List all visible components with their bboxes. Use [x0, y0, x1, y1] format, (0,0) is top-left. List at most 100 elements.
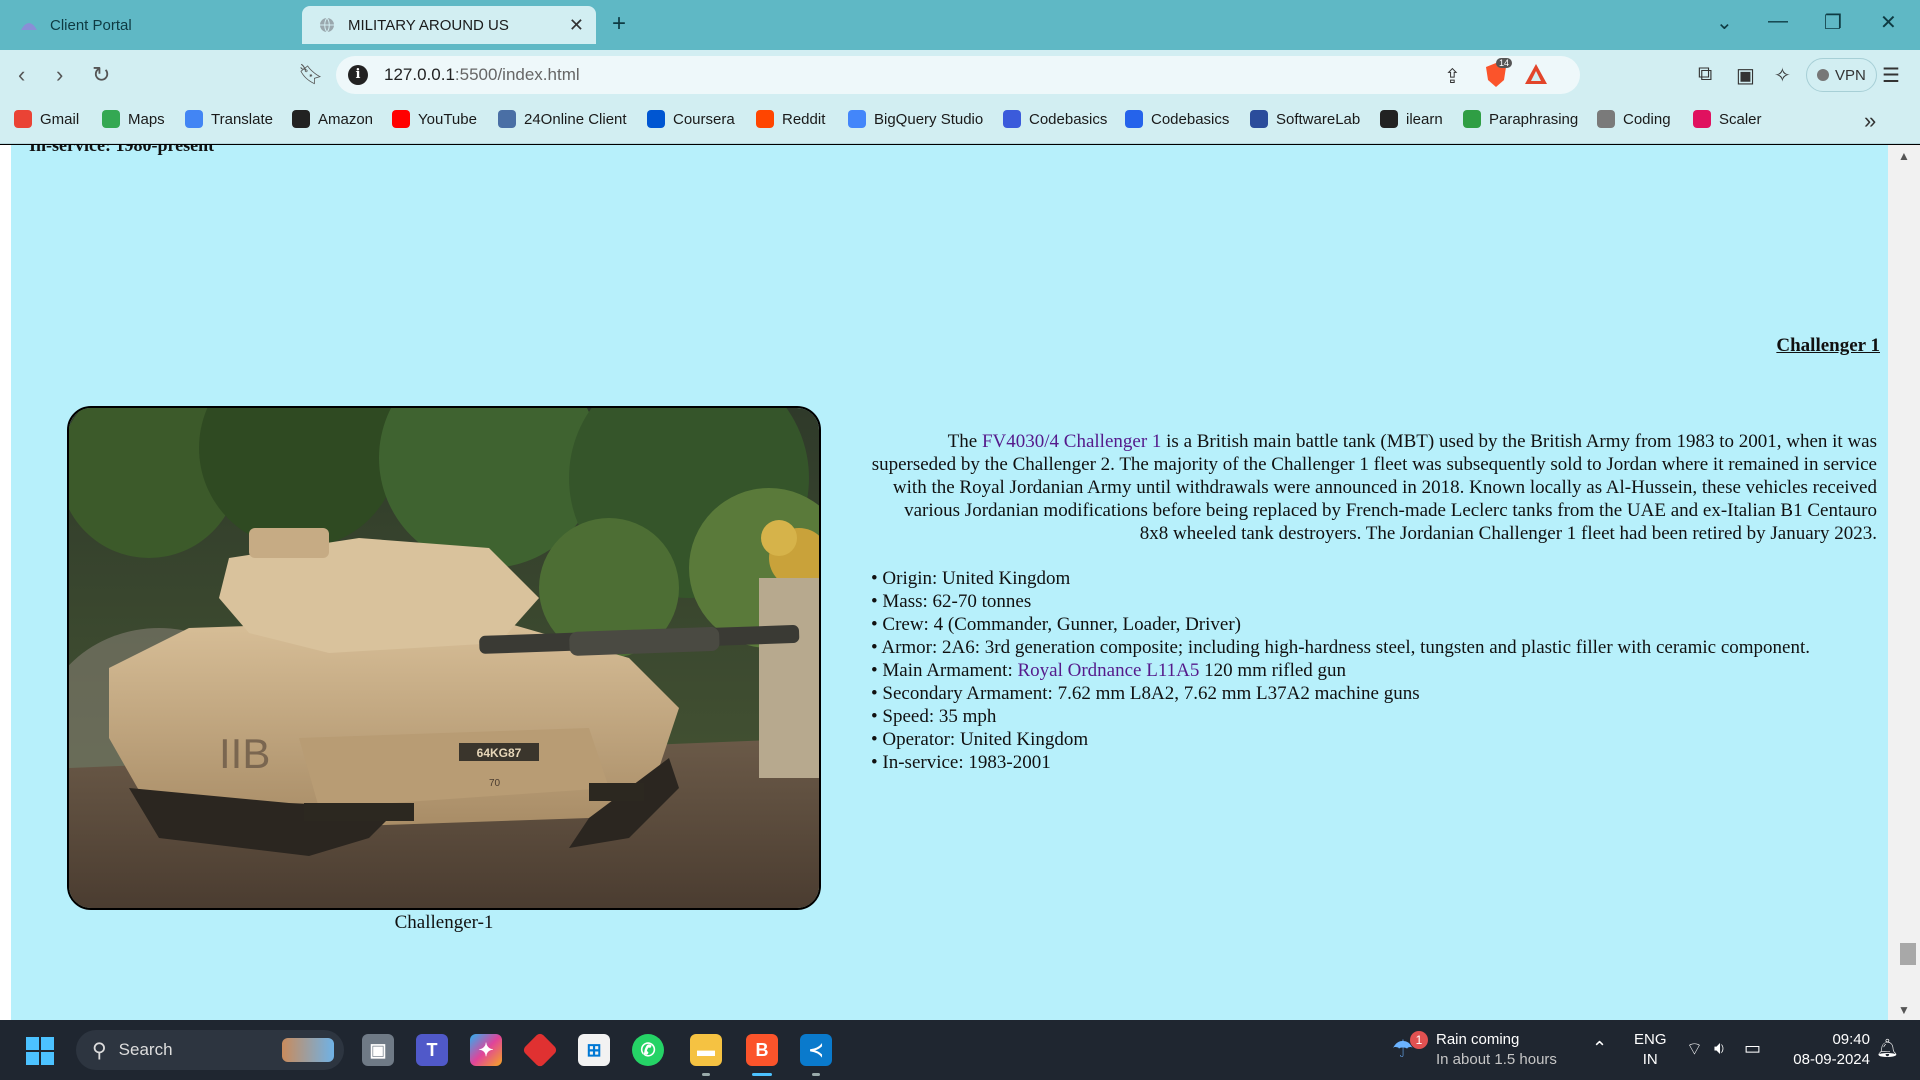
reload-button[interactable]: ↻ [92, 62, 110, 88]
tank-specs-list: • Origin: United Kingdom • Mass: 62-70 t… [871, 567, 1877, 774]
vpn-button[interactable]: VPN [1806, 58, 1877, 92]
bookmark-youtube[interactable]: YouTube [392, 110, 477, 128]
main-menu-icon[interactable]: ☰ [1882, 63, 1900, 88]
microsoft-store-icon[interactable]: ⊞ [578, 1034, 610, 1066]
tank-title: Challenger 1 [1776, 335, 1880, 356]
wallet-icon[interactable]: ▣ [1736, 63, 1755, 88]
more-bookmarks-icon[interactable]: » [1864, 108, 1876, 134]
bookmark-coursera[interactable]: Coursera [647, 110, 735, 128]
bookmark-page-icon[interactable]: 🔖︎ [298, 62, 323, 87]
bookmark-ilearn[interactable]: ilearn [1380, 110, 1443, 128]
task-view-icon[interactable]: ▣ [362, 1034, 394, 1066]
brave-browser-icon[interactable]: B [746, 1034, 778, 1076]
windows-start-icon[interactable] [26, 1037, 54, 1065]
bookmark-label: Amazon [318, 110, 374, 128]
shield-count-badge: 14 [1496, 58, 1513, 68]
tab-client-portal[interactable]: Client Portal [10, 6, 290, 44]
weather-subtitle: In about 1.5 hours [1436, 1051, 1557, 1068]
royal-ordnance-link[interactable]: Royal Ordnance L11A5 [1018, 660, 1200, 681]
previous-section-text: In-service: 1980-present [29, 145, 215, 155]
leo-ai-icon[interactable]: ✧ [1774, 63, 1791, 88]
forward-button[interactable]: › [56, 62, 63, 88]
page-scrollbar[interactable]: ▲ ▼ [1888, 145, 1920, 1020]
bookmark-gmail[interactable]: Gmail [14, 110, 79, 128]
search-icon: ⚲ [92, 1039, 107, 1062]
tab-label: MILITARY AROUND US [348, 16, 509, 34]
show-hidden-icons-chevron-icon[interactable]: ⌃ [1592, 1038, 1607, 1059]
minimize-button[interactable]: — [1768, 10, 1788, 33]
system-clock[interactable]: 09:40 08-09-2024 [1786, 1030, 1870, 1070]
bookmark-24online-client[interactable]: 24Online Client [498, 110, 627, 128]
codebasics-icon [1125, 110, 1143, 128]
restore-button[interactable]: ❐ [1824, 10, 1842, 35]
spec-operator: • Operator: United Kingdom [871, 729, 1089, 750]
scroll-down-arrow-icon[interactable]: ▼ [1898, 1003, 1910, 1017]
wifi-icon[interactable]: ⌔ [1686, 1038, 1703, 1061]
scaler-icon [1693, 110, 1711, 128]
bookmark-softwarelab[interactable]: SoftwareLab [1250, 110, 1360, 128]
translate-icon [185, 110, 203, 128]
new-tab-button[interactable]: + [612, 10, 626, 38]
bookmark-label: Reddit [782, 110, 826, 128]
bookmark-label: Maps [128, 110, 165, 128]
scrollbar-thumb[interactable] [1900, 943, 1916, 965]
battery-icon[interactable]: ▭ [1744, 1038, 1761, 1059]
spec-speed: • Speed: 35 mph [871, 706, 997, 727]
url-text[interactable]: 127.0.0.1:5500/index.html [384, 65, 580, 85]
weather-badge: 1 [1410, 1031, 1428, 1049]
tab-search-chevron-icon[interactable]: ⌄ [1716, 10, 1733, 35]
brave-shields-icon[interactable]: 14 [1484, 58, 1513, 94]
teams-icon[interactable]: T [416, 1034, 448, 1066]
bookmark-paraphrasing[interactable]: Paraphrasing [1463, 110, 1578, 128]
anydesk-icon[interactable] [521, 1031, 559, 1069]
bookmark-label: YouTube [418, 110, 477, 128]
spec-in-service: • In-service: 1983-2001 [871, 752, 1051, 773]
spec-crew: • Crew: 4 (Commander, Gunner, Loader, Dr… [871, 614, 1241, 635]
bookmark-coding[interactable]: Coding [1597, 110, 1671, 128]
bookmark-scaler[interactable]: Scaler [1693, 110, 1762, 128]
bookmark-bigquery-studio[interactable]: BigQuery Studio [848, 110, 983, 128]
whatsapp-icon[interactable]: ✆ [632, 1034, 664, 1066]
tab-military-around-us[interactable]: MILITARY AROUND US ✕ [302, 6, 596, 44]
volume-icon[interactable]: 🔉︎ [1714, 1038, 1725, 1059]
bookmark-codebasics[interactable]: Codebasics [1003, 110, 1107, 128]
scroll-up-arrow-icon[interactable]: ▲ [1898, 149, 1910, 163]
vpn-status-icon [1817, 69, 1829, 81]
bookmark-translate[interactable]: Translate [185, 110, 273, 128]
bookmark-label: 24Online Client [524, 110, 627, 128]
globe-favicon-icon [318, 16, 336, 34]
bookmark-maps[interactable]: Maps [102, 110, 165, 128]
close-window-button[interactable]: ✕ [1880, 10, 1897, 35]
challenger-1-link[interactable]: FV4030/4 Challenger 1 [982, 431, 1161, 452]
spec-armor: • Armor: 2A6: 3rd generation composite; … [871, 637, 1811, 658]
brave-rewards-icon[interactable] [1524, 63, 1548, 91]
taskbar-search[interactable]: ⚲ Search [76, 1030, 344, 1070]
back-button[interactable]: ‹ [18, 62, 25, 88]
weather-widget[interactable]: ☂ 1 Rain coming In about 1.5 hours [1392, 1030, 1557, 1070]
share-icon[interactable]: ⇪ [1444, 64, 1461, 89]
site-info-icon[interactable]: i [348, 65, 368, 85]
bookmark-label: SoftwareLab [1276, 110, 1361, 128]
tank-plate: 64KG87 [477, 746, 522, 760]
bookmark-reddit[interactable]: Reddit [756, 110, 825, 128]
tab-strip: Client Portal MILITARY AROUND US ✕ + ⌄ —… [0, 0, 1920, 50]
language-indicator[interactable]: ENG IN [1634, 1030, 1667, 1070]
spec-main-armament: • Main Armament: Royal Ordnance L11A5 12… [871, 660, 1347, 681]
notifications-bell-icon[interactable]: 🔔︎ [1876, 1038, 1899, 1059]
spec-origin: • Origin: United Kingdom [871, 568, 1071, 589]
bookmark-amazon[interactable]: Amazon [292, 110, 373, 128]
address-bar[interactable]: i 127.0.0.1:5500/index.html ⇪ 14 [336, 56, 1580, 94]
windows-taskbar: ⚲ Search ▣ T ✦ ⊞ ✆ ▬ B ≺ ☂ 1 Rain coming … [0, 1020, 1920, 1080]
copilot-icon[interactable]: ✦ [470, 1034, 502, 1066]
close-tab-icon[interactable]: ✕ [569, 15, 584, 36]
umbrella-rain-icon: ☂ 1 [1392, 1031, 1428, 1065]
coding-icon [1597, 110, 1615, 128]
bookmark-label: Codebasics [1151, 110, 1230, 128]
maps-icon [102, 110, 120, 128]
extensions-icon[interactable]: ⧉ [1698, 63, 1712, 86]
file-explorer-icon[interactable]: ▬ [690, 1034, 722, 1076]
vscode-icon[interactable]: ≺ [800, 1034, 832, 1076]
bookmark-label: ilearn [1406, 110, 1443, 128]
spec-mass: • Mass: 62-70 tonnes [871, 591, 1032, 612]
bookmark-codebasics[interactable]: Codebasics [1125, 110, 1229, 128]
